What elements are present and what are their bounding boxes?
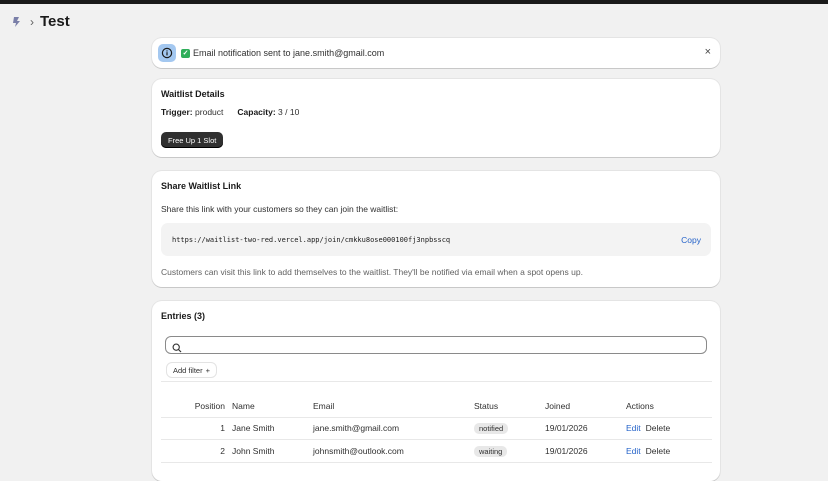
row-joined: 19/01/2026 bbox=[545, 423, 588, 433]
page-header: › Test bbox=[10, 13, 70, 30]
share-description: Share this link with your customers so t… bbox=[161, 204, 399, 214]
status-badge: notified bbox=[474, 423, 509, 434]
row-actions: Edit Delete bbox=[626, 423, 670, 433]
row-status: waiting bbox=[474, 446, 508, 457]
info-icon bbox=[158, 44, 176, 62]
row-status: notified bbox=[474, 423, 509, 434]
app-icon[interactable] bbox=[10, 15, 24, 29]
search-input[interactable] bbox=[165, 336, 707, 354]
edit-link[interactable]: Edit bbox=[626, 446, 641, 456]
share-note: Customers can visit this link to add the… bbox=[161, 267, 583, 277]
status-badge: waiting bbox=[474, 446, 508, 457]
trigger-label: Trigger: bbox=[161, 107, 193, 117]
search-icon bbox=[172, 340, 182, 358]
column-header-name: Name bbox=[232, 401, 255, 411]
page-title: Test bbox=[40, 13, 70, 30]
breadcrumb-separator: › bbox=[30, 14, 34, 29]
capacity-info: Capacity: 3 / 10 bbox=[237, 107, 299, 117]
notification-banner: ✓ Email notification sent to jane.smith@… bbox=[152, 38, 720, 68]
trigger-value: product bbox=[195, 107, 224, 117]
capacity-value: 3 / 10 bbox=[278, 107, 300, 117]
divider bbox=[161, 381, 712, 382]
share-title: Share Waitlist Link bbox=[161, 181, 242, 191]
banner-message: ✓ Email notification sent to jane.smith@… bbox=[181, 48, 384, 58]
delete-link[interactable]: Delete bbox=[646, 446, 671, 456]
row-position: 1 bbox=[220, 423, 225, 433]
delete-link[interactable]: Delete bbox=[646, 423, 671, 433]
share-link-card: Share Waitlist Link Share this link with… bbox=[152, 171, 720, 287]
column-header-position: Position bbox=[194, 401, 225, 411]
column-header-joined: Joined bbox=[545, 401, 571, 411]
row-name: John Smith bbox=[232, 446, 275, 456]
top-bar bbox=[0, 0, 828, 4]
column-header-status: Status bbox=[474, 401, 499, 411]
column-header-email: Email bbox=[313, 401, 335, 411]
row-position: 2 bbox=[220, 446, 225, 456]
entries-card: Entries (3) Add filter + Position Name E… bbox=[152, 301, 720, 481]
table-row[interactable]: 2 John Smith johnsmith@outlook.com waiti… bbox=[161, 440, 712, 462]
column-header-actions: Actions bbox=[626, 401, 654, 411]
table-header: Position Name Email Status Joined Action… bbox=[161, 395, 712, 417]
add-filter-button[interactable]: Add filter + bbox=[166, 362, 217, 378]
close-icon[interactable]: × bbox=[705, 46, 711, 58]
row-name: Jane Smith bbox=[232, 423, 275, 433]
link-box: https://waitlist-two-red.vercel.app/join… bbox=[161, 223, 711, 256]
entries-title: Entries (3) bbox=[161, 311, 206, 321]
free-up-slot-button[interactable]: Free Up 1 Slot bbox=[161, 132, 224, 148]
row-actions: Edit Delete bbox=[626, 446, 670, 456]
details-meta: Trigger: product Capacity: 3 / 10 bbox=[161, 107, 299, 117]
trigger-info: Trigger: product bbox=[161, 107, 223, 117]
capacity-label: Capacity: bbox=[237, 107, 276, 117]
banner-text: Email notification sent to jane.smith@gm… bbox=[193, 48, 385, 58]
row-email: jane.smith@gmail.com bbox=[313, 423, 400, 433]
row-joined: 19/01/2026 bbox=[545, 446, 588, 456]
add-filter-label: Add filter bbox=[173, 365, 203, 375]
details-title: Waitlist Details bbox=[161, 89, 225, 99]
waitlist-details-card: Waitlist Details Trigger: product Capaci… bbox=[152, 79, 720, 157]
plus-icon: + bbox=[205, 365, 210, 375]
row-email: johnsmith@outlook.com bbox=[313, 446, 404, 456]
waitlist-url[interactable]: https://waitlist-two-red.vercel.app/join… bbox=[172, 236, 450, 244]
table-row[interactable]: 1 Jane Smith jane.smith@gmail.com notifi… bbox=[161, 417, 712, 439]
check-icon: ✓ bbox=[181, 48, 190, 58]
copy-button[interactable]: Copy bbox=[681, 235, 701, 245]
divider bbox=[161, 462, 712, 463]
edit-link[interactable]: Edit bbox=[626, 423, 641, 433]
